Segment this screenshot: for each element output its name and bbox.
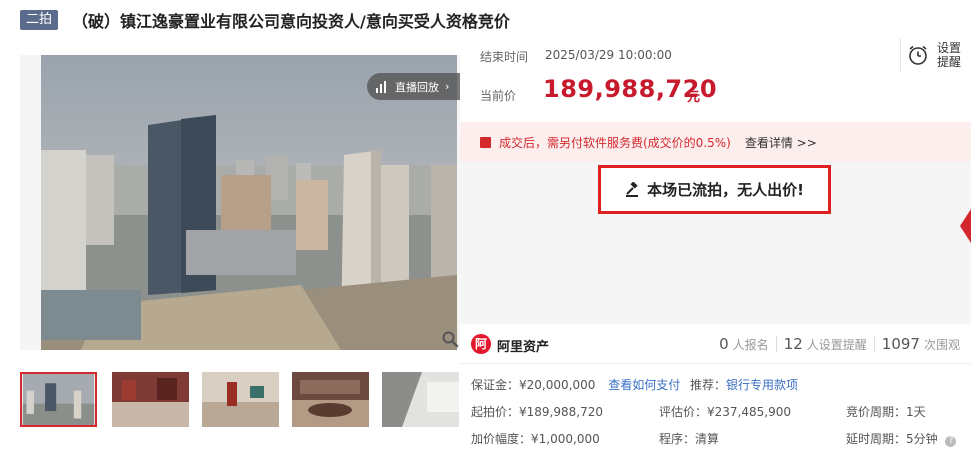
gavel-icon <box>626 181 639 197</box>
start-price-row: 起拍价：¥189,988,720 <box>471 403 603 420</box>
increment-row: 加价幅度：¥1,000,000 <box>471 430 600 447</box>
bid-period-value: 1天 <box>906 405 926 419</box>
procedure-value: 清算 <box>695 432 720 446</box>
recommend-label: 推荐： <box>690 378 727 392</box>
procedure-label: 程序： <box>659 432 696 446</box>
thumbnail-5[interactable] <box>382 372 459 427</box>
service-fee-notice: 成交后，需另付软件服务费(成交价的0.5%) 查看详情 >> <box>460 122 971 162</box>
start-price-label: 起拍价： <box>471 405 520 419</box>
set-reminder-button[interactable]: 设置提醒 <box>900 38 971 72</box>
divider <box>873 336 875 352</box>
service-fee-text: 成交后，需另付软件服务费(成交价的0.5%) <box>499 135 731 150</box>
set-reminder-label: 设置提醒 <box>936 41 961 69</box>
end-time-label: 结束时间 <box>480 50 529 64</box>
view-details-link[interactable]: 查看详情 >> <box>745 134 817 151</box>
how-to-pay-link[interactable]: 查看如何支付 <box>608 378 680 392</box>
help-icon[interactable]: ? <box>945 436 957 447</box>
auction-status-box: 本场已流拍，无人出价! <box>598 165 831 214</box>
start-price-value: ¥189,988,720 <box>519 405 603 419</box>
extension-row: 延时周期：5分钟 ? <box>846 430 957 447</box>
current-price-unit: 元 <box>687 90 701 105</box>
round-badge: 二拍 <box>20 10 59 30</box>
thumbnail-2[interactable] <box>112 372 189 427</box>
room-thumb <box>382 372 459 427</box>
platform-row: 阿 阿里资产 0 人报名 12 人设置提醒 1097 次围观 <box>460 326 971 364</box>
replay-label: 直播回放 <box>395 80 439 94</box>
chevron-right-icon: › <box>445 80 450 93</box>
bar-chart-icon <box>376 80 388 93</box>
appraisal-label: 评估价： <box>659 405 708 419</box>
deposit-row: 保证金：¥20,000,000 查看如何支付 推荐：银行专用款项 <box>471 376 798 393</box>
auction-stats: 0 人报名 12 人设置提醒 1097 次围观 <box>719 335 960 353</box>
interior-thumb <box>202 372 279 427</box>
registered-label: 人报名 <box>732 338 769 352</box>
reminder-label: 人设置提醒 <box>806 338 867 352</box>
red-lobby-thumb <box>112 372 189 427</box>
current-price-label: 当前价 <box>480 89 517 103</box>
appraisal-row: 评估价：¥237,485,900 <box>659 403 791 420</box>
zoom-icon[interactable] <box>441 330 459 348</box>
alibaba-logo-icon: 阿 <box>471 334 491 354</box>
page-title: （破）镇江逸豪置业有限公司意向投资人/意向买受人资格竞价 <box>72 12 510 31</box>
deposit-label: 保证金： <box>471 378 520 392</box>
thumbnail-1[interactable] <box>20 372 97 427</box>
city-aerial-thumb <box>22 374 95 425</box>
title-row: 二拍 （破）镇江逸豪置业有限公司意向投资人/意向买受人资格竞价 <box>20 9 510 31</box>
increment-label: 加价幅度： <box>471 432 532 446</box>
views-label: 次围观 <box>923 338 960 352</box>
views-count: 1097 <box>881 335 920 353</box>
reminder-count: 12 <box>783 335 803 353</box>
end-time-value: 2025/03/29 10:00:00 <box>545 48 672 62</box>
alarm-clock-icon <box>909 45 927 65</box>
extension-label: 延时周期： <box>846 432 907 446</box>
deposit-value: ¥20,000,000 <box>519 378 596 392</box>
procedure-row: 程序：清算 <box>659 430 719 447</box>
appraisal-value: ¥237,485,900 <box>707 405 791 419</box>
bank-payment-link[interactable]: 银行专用款项 <box>726 378 798 392</box>
extension-value: 5分钟 <box>906 432 938 446</box>
side-tab-arrow[interactable] <box>960 209 971 243</box>
registered-count: 0 <box>719 335 729 353</box>
thumbnail-3[interactable] <box>202 372 279 427</box>
auction-status-text: 本场已流拍，无人出价! <box>647 181 804 199</box>
divider <box>775 336 777 352</box>
live-replay-button[interactable]: 直播回放 › <box>367 73 460 100</box>
bid-period-row: 竞价周期：1天 <box>846 403 926 420</box>
gift-icon <box>480 136 491 148</box>
office-thumb <box>292 372 369 427</box>
increment-value: ¥1,000,000 <box>531 432 600 446</box>
thumbnail-4[interactable] <box>292 372 369 427</box>
platform-name: 阿里资产 <box>497 340 550 355</box>
bid-period-label: 竞价周期： <box>846 405 907 419</box>
